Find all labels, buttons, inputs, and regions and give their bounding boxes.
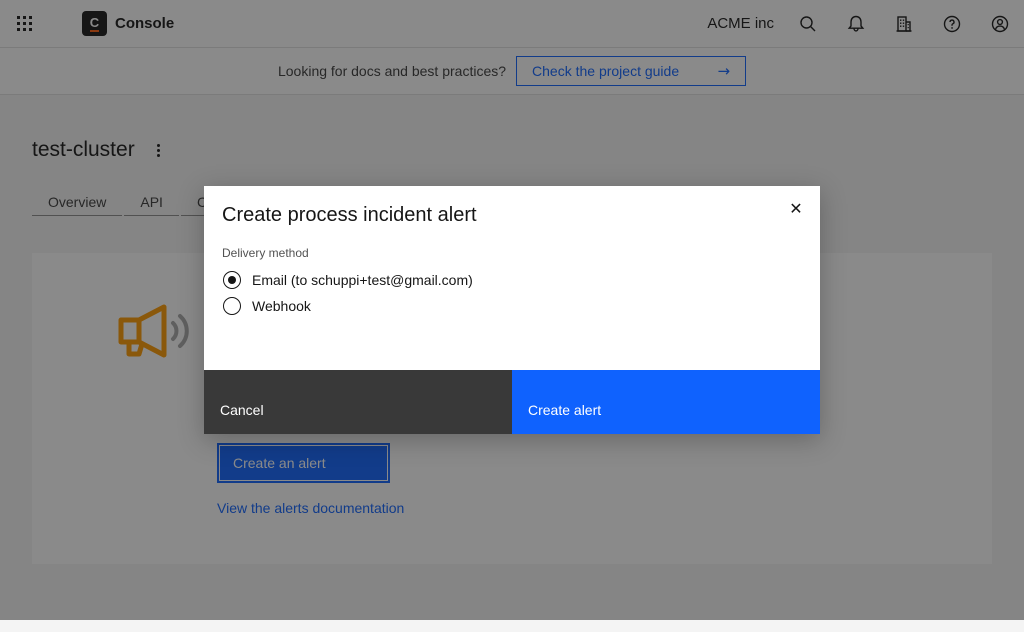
modal-title: Create process incident alert: [222, 204, 477, 227]
create-alert-modal: Create process incident alert ✕ Delivery…: [204, 186, 820, 434]
close-icon[interactable]: ✕: [776, 190, 816, 230]
radio-option-email[interactable]: Email (to schuppi+test@gmail.com): [223, 271, 473, 289]
create-alert-button[interactable]: Create alert: [512, 370, 820, 434]
cancel-button[interactable]: Cancel: [204, 370, 512, 434]
radio-button-icon: [223, 297, 241, 315]
delivery-method-label: Delivery method: [222, 246, 309, 260]
app-root: C Console ACME inc: [0, 0, 1024, 632]
radio-option-webhook[interactable]: Webhook: [223, 297, 311, 315]
modal-footer: Cancel Create alert: [204, 370, 820, 434]
radio-button-icon: [223, 271, 241, 289]
